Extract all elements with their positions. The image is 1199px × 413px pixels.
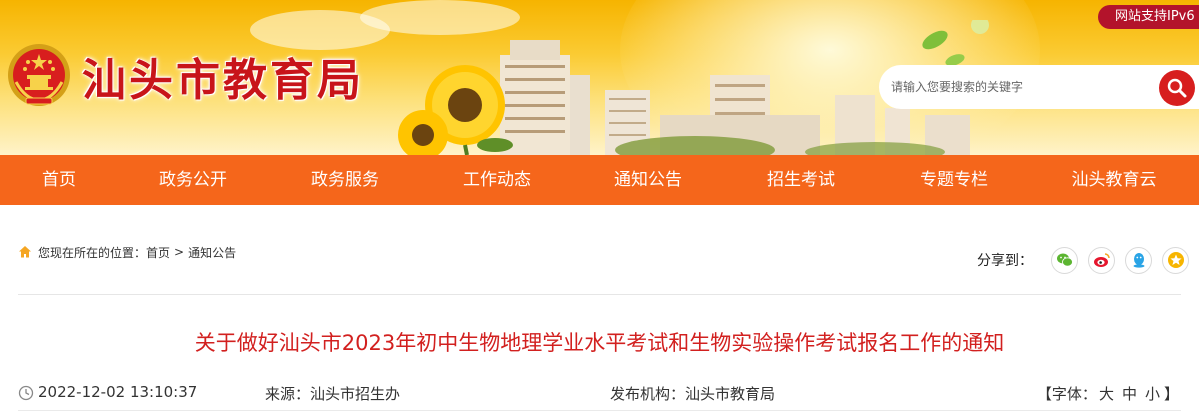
nav-item-work-news[interactable]: 工作动态	[463, 155, 531, 205]
article-meta: 2022-12-02 13:10:37 来源：汕头市招生办 发布机构：汕头市教育…	[18, 383, 1181, 405]
publisher-label: 发布机构：	[610, 385, 686, 403]
breadcrumb-current-link[interactable]: 通知公告	[188, 244, 236, 261]
publish-date: 2022-12-02 13:10:37	[38, 383, 198, 401]
font-size-selector: 【字体：大中小】	[1037, 383, 1179, 404]
section-divider	[18, 294, 1181, 295]
source-label: 来源：	[265, 385, 311, 403]
font-size-close: 】	[1163, 385, 1179, 403]
search-box	[879, 65, 1199, 109]
nav-item-education-cloud[interactable]: 汕头教育云	[1072, 155, 1157, 205]
nav-item-notices[interactable]: 通知公告	[614, 155, 682, 205]
ipv6-badge[interactable]: 网站支持IPv6	[1098, 5, 1199, 29]
nav-item-special-topics[interactable]: 专题专栏	[920, 155, 988, 205]
wechat-icon	[1056, 253, 1073, 267]
favorite-icon	[1167, 252, 1184, 268]
search-icon	[1167, 78, 1187, 98]
breadcrumb-home-link[interactable]: 首页	[146, 244, 170, 261]
publisher-value: 汕头市教育局	[685, 385, 776, 403]
share-bar: 分享到：	[977, 246, 1189, 274]
nav-item-admissions[interactable]: 招生考试	[767, 155, 835, 205]
qq-icon	[1133, 253, 1144, 268]
article-title: 关于做好汕头市2023年初中生物地理学业水平考试和生物实验操作考试报名工作的通知	[194, 331, 1005, 355]
share-favorite-button[interactable]	[1162, 246, 1189, 274]
nav-item-home[interactable]: 首页	[42, 155, 76, 205]
nav-item-government-services[interactable]: 政务服务	[311, 155, 379, 205]
font-size-medium[interactable]: 中	[1122, 385, 1137, 403]
article-publisher: 发布机构：汕头市教育局	[610, 383, 775, 404]
breadcrumb-separator: >	[174, 245, 185, 259]
share-weibo-button[interactable]	[1088, 246, 1115, 274]
header-banner: 汕头市教育局 网站支持IPv6 请输入您要搜索的关键字	[0, 0, 1199, 155]
meta-divider	[18, 410, 1181, 411]
national-emblem-icon	[8, 44, 70, 106]
weibo-icon	[1093, 253, 1110, 267]
font-size-open: 【字体：	[1036, 385, 1097, 403]
share-label: 分享到：	[977, 253, 1033, 269]
source-value: 汕头市招生办	[310, 385, 401, 403]
main-nav: 首页 政务公开 政务服务 工作动态 通知公告 招生考试 专题专栏 汕头教育云	[0, 155, 1199, 205]
search-button[interactable]	[1159, 70, 1195, 106]
article-source: 来源：汕头市招生办	[265, 383, 400, 404]
search-input[interactable]	[891, 75, 1141, 99]
nav-item-government-affairs[interactable]: 政务公开	[159, 155, 227, 205]
breadcrumb-prefix: 您现在所在的位置：	[38, 245, 147, 260]
home-icon	[19, 246, 31, 258]
share-wechat-button[interactable]	[1051, 246, 1078, 274]
font-size-small[interactable]: 小	[1145, 385, 1160, 403]
clock-icon	[18, 385, 34, 401]
share-qq-button[interactable]	[1125, 246, 1152, 274]
font-size-large[interactable]: 大	[1099, 385, 1114, 403]
site-title[interactable]: 汕头市教育局	[82, 44, 364, 108]
breadcrumb: 您现在所在的位置： 首页 > 通知公告	[18, 243, 236, 261]
